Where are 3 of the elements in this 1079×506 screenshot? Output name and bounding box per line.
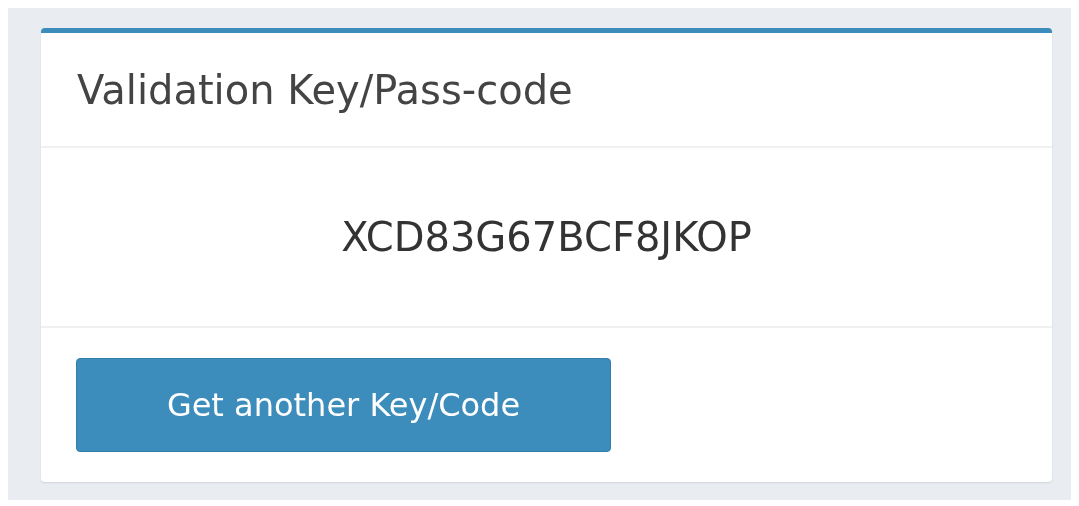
get-another-key-button[interactable]: Get another Key/Code: [76, 358, 611, 452]
pass-code: XCD83G67BCF8JKOP: [341, 214, 752, 260]
card-title: Validation Key/Pass-code: [77, 66, 573, 113]
